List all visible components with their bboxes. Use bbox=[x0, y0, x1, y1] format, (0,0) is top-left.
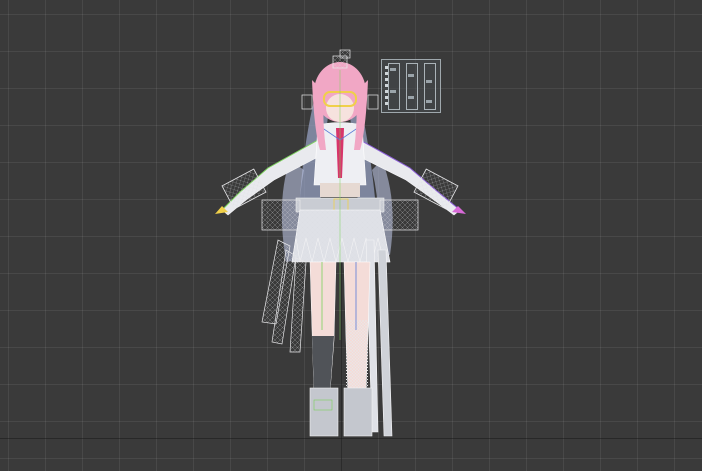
control-handle[interactable] bbox=[390, 90, 396, 93]
skirt[interactable] bbox=[291, 209, 391, 263]
control-slider-column[interactable] bbox=[406, 63, 418, 110]
control-point[interactable] bbox=[385, 84, 388, 87]
control-handle[interactable] bbox=[390, 68, 396, 71]
control-handle[interactable] bbox=[408, 74, 414, 77]
character-model[interactable] bbox=[0, 0, 702, 471]
control-handle[interactable] bbox=[426, 100, 432, 103]
control-point[interactable] bbox=[385, 66, 388, 69]
control-point[interactable] bbox=[385, 78, 388, 81]
right-leg[interactable] bbox=[343, 261, 373, 437]
control-point[interactable] bbox=[385, 90, 388, 93]
control-point[interactable] bbox=[385, 102, 388, 105]
left-leg[interactable] bbox=[309, 261, 339, 437]
control-point[interactable] bbox=[385, 96, 388, 99]
rig-controls-panel[interactable] bbox=[381, 59, 441, 113]
control-point[interactable] bbox=[385, 72, 388, 75]
3d-viewport[interactable] bbox=[0, 0, 702, 471]
control-handle[interactable] bbox=[426, 80, 432, 83]
control-handle[interactable] bbox=[408, 96, 414, 99]
